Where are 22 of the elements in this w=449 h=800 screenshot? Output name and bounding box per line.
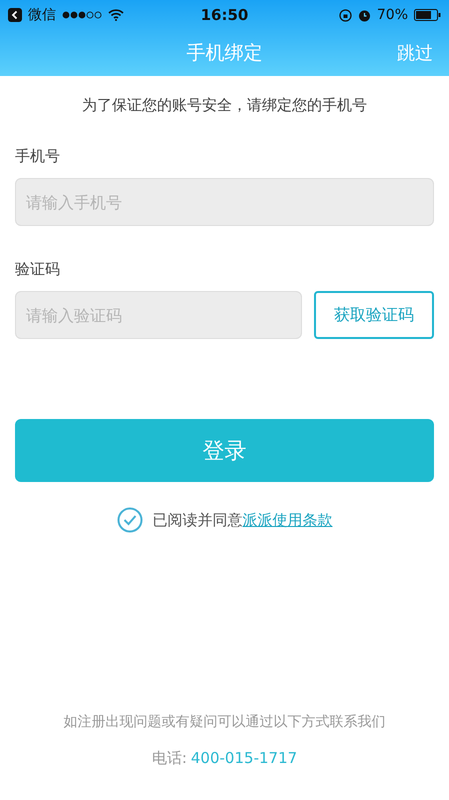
- login-button[interactable]: 登录: [15, 419, 434, 482]
- check-icon[interactable]: [116, 507, 142, 533]
- field-label: 手机号: [15, 147, 61, 166]
- field-label: 验证码: [15, 260, 61, 279]
- help-text: 如注册出现问题或有疑问可以通过以下方式联系我们: [62, 713, 386, 731]
- battery-percent: 70%: [376, 7, 408, 23]
- skip-button[interactable]: 跳过: [397, 41, 433, 65]
- back-icon[interactable]: [8, 8, 22, 22]
- battery-icon: [414, 9, 441, 21]
- rotation-lock-icon: [338, 8, 352, 22]
- page-title: 手机绑定: [186, 41, 262, 66]
- agreement-text: 已阅读并同意派派使用条款: [152, 510, 332, 530]
- wifi-icon: [108, 9, 124, 21]
- terms-link[interactable]: 派派使用条款: [242, 510, 332, 528]
- clock-time: 16:50: [200, 6, 248, 24]
- carrier-text: 微信: [28, 6, 56, 24]
- get-code-button[interactable]: 获取验证码: [314, 291, 434, 339]
- signal-icon: [62, 11, 102, 19]
- notice-text: 为了保证您的账号安全，请绑定您的手机号: [81, 96, 368, 115]
- phone-number: 400-015-1717: [190, 749, 298, 768]
- alarm-icon: [358, 8, 371, 22]
- phone-label: 电话:: [152, 749, 187, 768]
